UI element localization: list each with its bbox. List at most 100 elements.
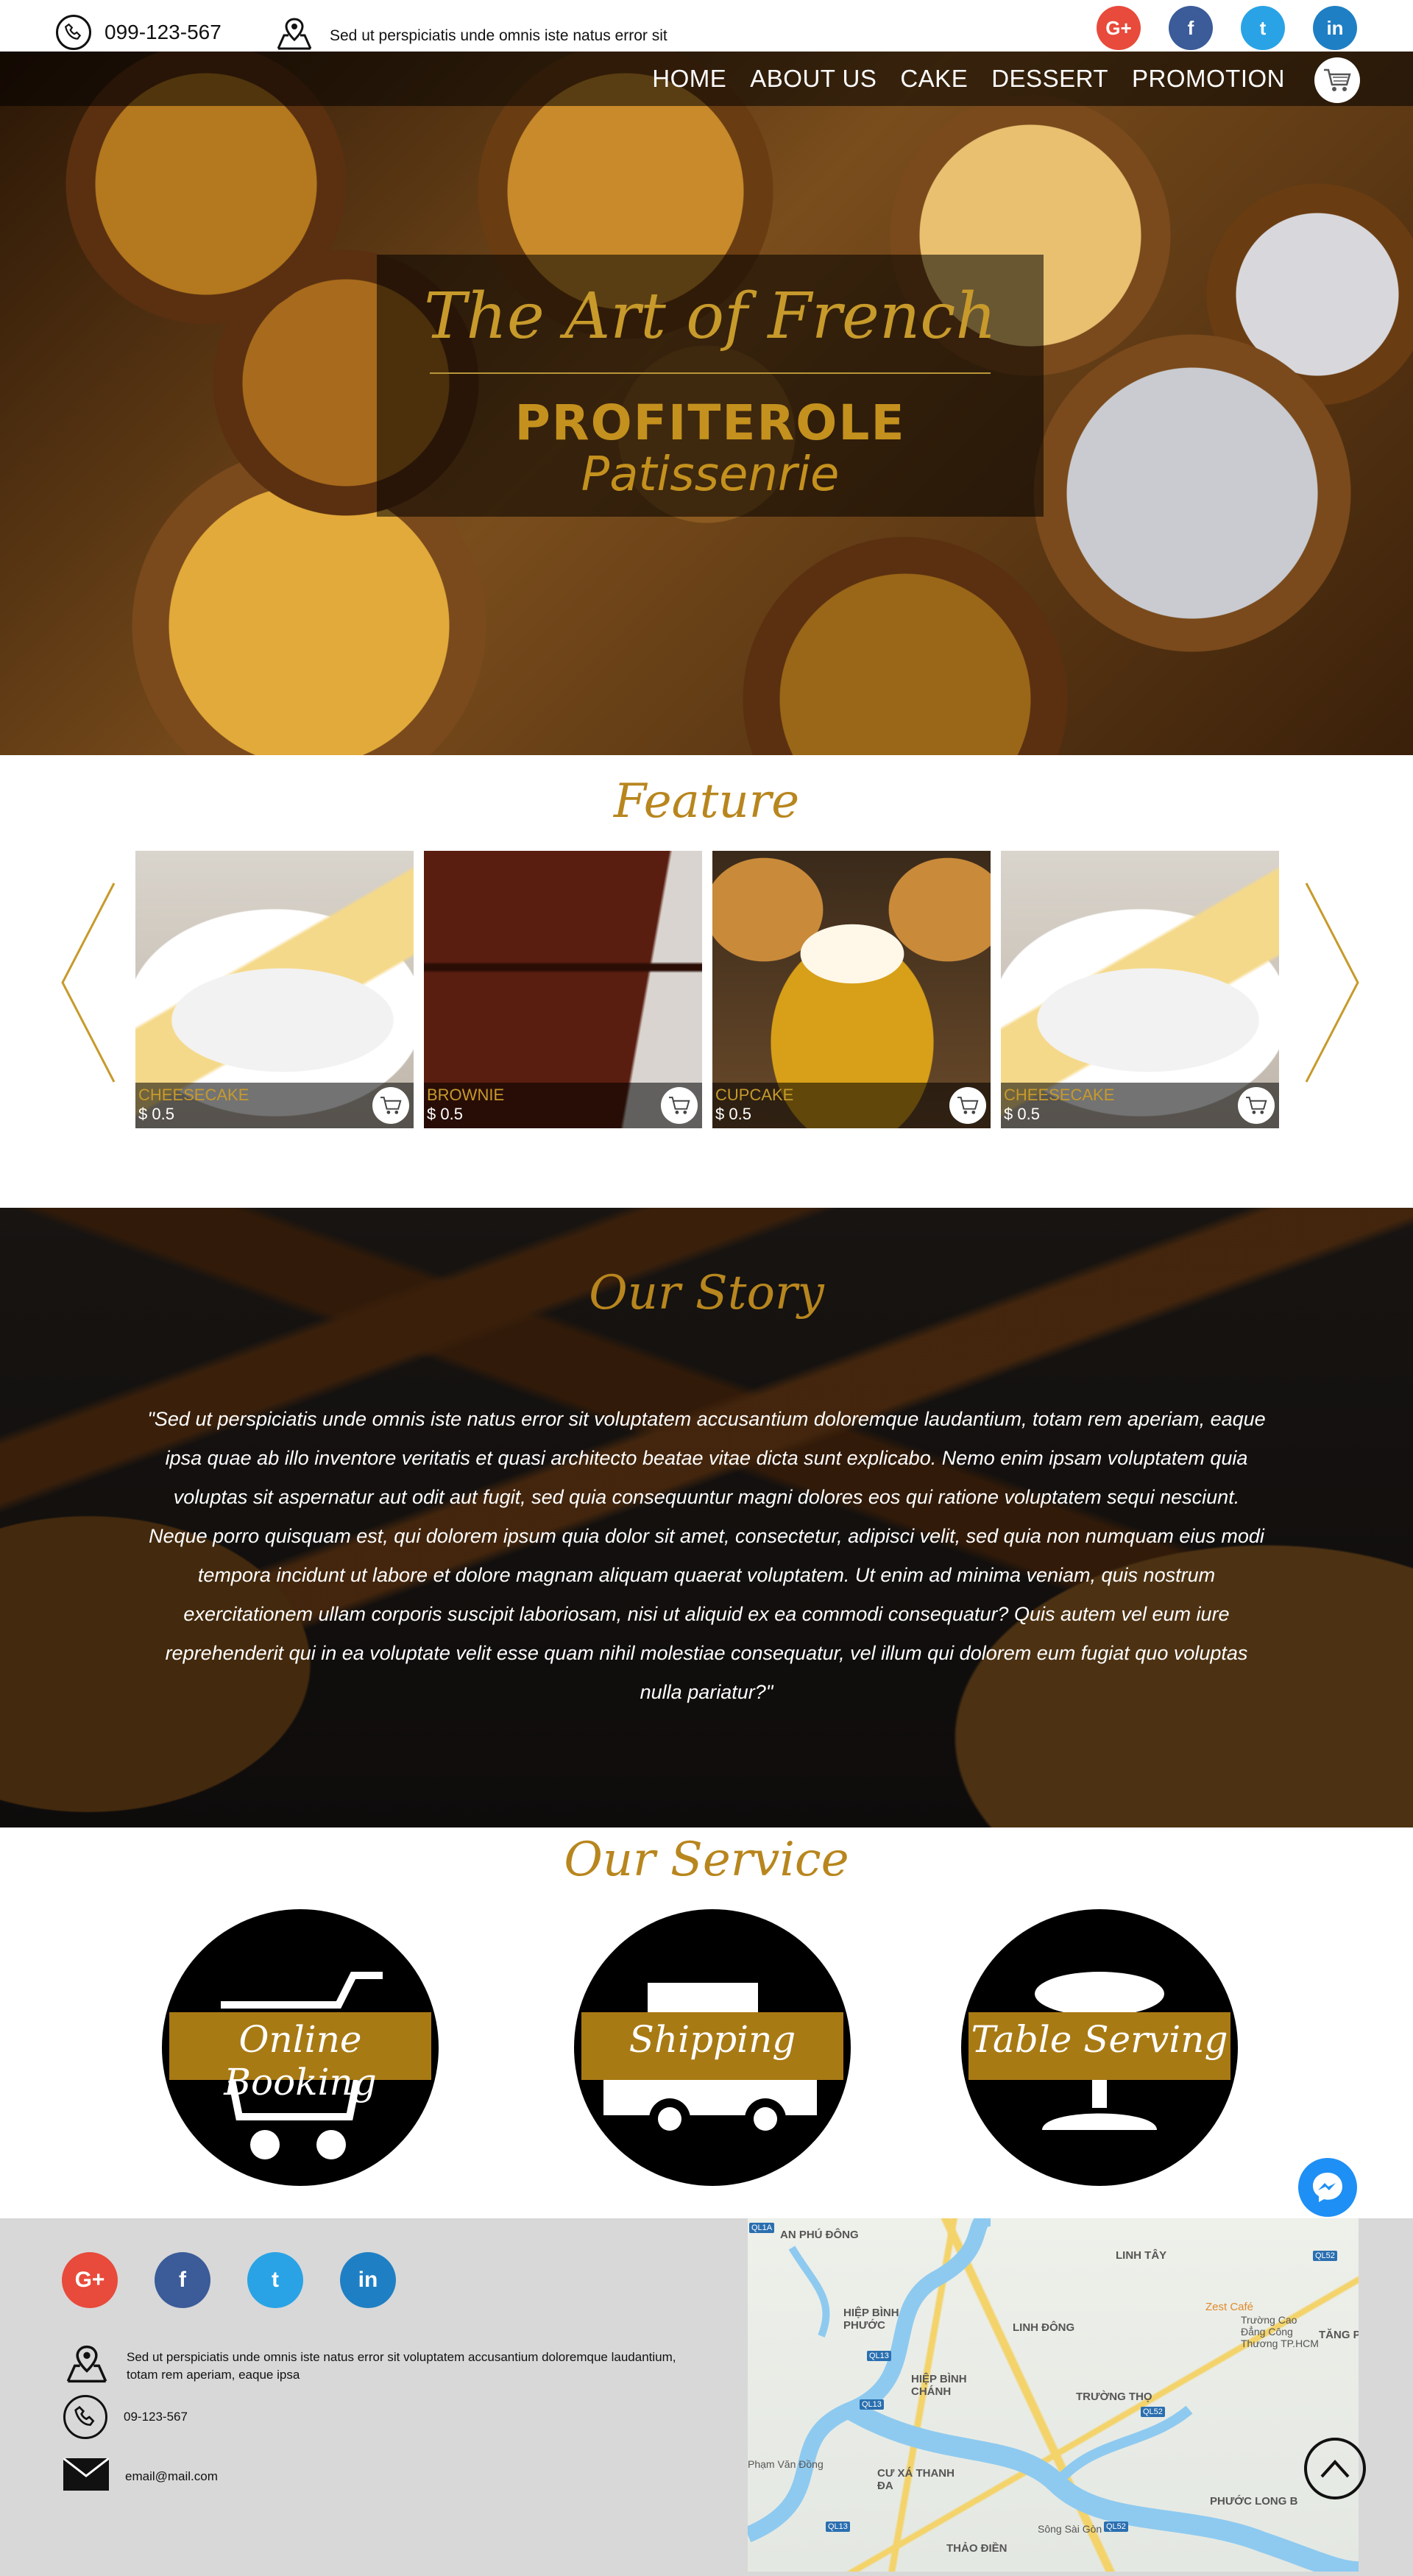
service-label: Online Booking <box>224 2018 377 2103</box>
product-caption: CUPCAKE $ 0.5 <box>712 1083 991 1128</box>
product-price: $ 0.5 <box>1004 1105 1040 1123</box>
map-area-label: LINH TÂY <box>1116 2249 1167 2262</box>
map-area-label: TRƯỜNG THỌ <box>1076 2391 1152 2403</box>
hero-subtitle: Patissenrie <box>581 447 840 502</box>
product-card-cheesecake[interactable]: CHEESECAKE $ 0.5 <box>135 851 414 1128</box>
shopping-cart-icon <box>1324 68 1351 91</box>
nav-cake[interactable]: CAKE <box>900 65 968 93</box>
twitter-icon[interactable]: t <box>247 2252 303 2308</box>
map-highway-badge: QL13 <box>860 2399 884 2410</box>
map-area-label: AN PHÚ ĐÔNG <box>780 2229 859 2241</box>
product-caption: CHEESECAKE $ 0.5 <box>1001 1083 1279 1128</box>
chevron-right-icon[interactable] <box>1303 880 1361 1086</box>
map-area-label: CƯ XÁ THANH ĐA <box>877 2467 955 2492</box>
nav-menu: HOME ABOUT US CAKE DESSERT PROMOTION <box>652 65 1285 93</box>
map-road-label: Phạm Văn Đồng <box>748 2458 824 2470</box>
map-highway-badge: QL52 <box>1104 2522 1128 2532</box>
footer-phone-number: 09-123-567 <box>124 2410 188 2424</box>
phone-icon <box>56 15 91 50</box>
shopping-cart-icon <box>380 1097 402 1114</box>
back-to-top-button[interactable] <box>1304 2438 1366 2499</box>
product-price: $ 0.5 <box>715 1105 751 1123</box>
facebook-icon[interactable]: f <box>1169 6 1213 50</box>
story-text: "Sed ut perspiciatis unde omnis iste nat… <box>147 1408 1266 1703</box>
top-bar: 099-123-567 Sed ut perspiciatis unde omn… <box>0 0 1413 56</box>
product-name: CHEESECAKE <box>138 1086 249 1104</box>
product-price: $ 0.5 <box>138 1105 174 1123</box>
google-plus-icon[interactable]: G+ <box>1097 6 1141 50</box>
arrow-up-icon <box>1320 2460 1350 2478</box>
add-to-cart-button[interactable] <box>661 1087 698 1124</box>
messenger-chat-button[interactable] <box>1298 2158 1357 2217</box>
map-highway-badge: QL13 <box>867 2351 891 2361</box>
product-name: BROWNIE <box>427 1086 505 1104</box>
footer-social-links: G+ f t in <box>62 2252 396 2308</box>
shopping-cart-icon <box>1246 1097 1267 1114</box>
story-title: Our Story <box>589 1266 824 1320</box>
nav-dessert[interactable]: DESSERT <box>991 65 1108 93</box>
footer-address-text: Sed ut perspiciatis unde omnis iste natu… <box>127 2349 676 2382</box>
twitter-icon[interactable]: t <box>1241 6 1285 50</box>
service-title: Our Service <box>564 1833 849 1887</box>
footer-address: Sed ut perspiciatis unde omnis iste natu… <box>63 2343 704 2388</box>
messenger-icon <box>1313 2173 1342 2202</box>
map-river <box>748 2218 1359 2572</box>
top-phone: 099-123-567 <box>56 15 222 50</box>
product-caption: BROWNIE $ 0.5 <box>424 1083 702 1128</box>
feature-carousel: CHEESECAKE $ 0.5 BROWNIE $ 0.5 CUPCAKE $… <box>135 851 1279 1128</box>
map-pin-icon <box>275 16 314 56</box>
product-caption: CHEESECAKE $ 0.5 <box>135 1083 414 1128</box>
map-poi-label[interactable]: Zest Café <box>1205 2301 1253 2313</box>
product-price: $ 0.5 <box>427 1105 463 1123</box>
facebook-icon[interactable]: f <box>155 2252 210 2308</box>
service-table-serving[interactable]: Table Serving <box>961 1909 1238 2186</box>
google-plus-icon[interactable]: G+ <box>62 2252 118 2308</box>
map-area-label: HIỆP BÌNH CHÁNH <box>911 2373 967 2398</box>
linkedin-icon[interactable]: in <box>1313 6 1357 50</box>
map-poi-sublabel: Trường Cao Đẳng Công Thương TP.HCM <box>1241 2314 1319 2349</box>
footer-phone: 09-123-567 <box>63 2395 188 2439</box>
product-card-brownie[interactable]: BROWNIE $ 0.5 <box>424 851 702 1128</box>
add-to-cart-button[interactable] <box>1238 1087 1275 1124</box>
add-to-cart-button[interactable] <box>949 1087 986 1124</box>
map-area-label: PHƯỚC LONG B <box>1210 2495 1298 2508</box>
linkedin-icon[interactable]: in <box>340 2252 396 2308</box>
hero-title: PROFITEROLE <box>514 394 906 451</box>
map-highway-badge: QL52 <box>1313 2251 1337 2261</box>
map-area-label: LINH ĐÔNG <box>1013 2321 1075 2334</box>
envelope-icon <box>63 2457 110 2494</box>
map-highway-badge: QL13 <box>826 2522 850 2532</box>
top-address: Sed ut perspiciatis unde omnis iste natu… <box>275 16 667 56</box>
shopping-cart-icon <box>957 1097 979 1114</box>
hero-title-box: The Art of French PROFITEROLE Patissenri… <box>377 255 1044 517</box>
location-map[interactable]: AN PHÚ ĐÔNG LINH TÂY HIỆP BÌNH PHƯỚC LIN… <box>748 2218 1359 2572</box>
hero-banner: HOME ABOUT US CAKE DESSERT PROMOTION The… <box>0 52 1413 755</box>
service-shipping[interactable]: Shipping <box>574 1909 851 2186</box>
top-phone-number: 099-123-567 <box>105 21 222 43</box>
service-label: Shipping <box>628 2018 796 2061</box>
nav-promotion[interactable]: PROMOTION <box>1132 65 1285 93</box>
map-area-label: HIỆP BÌNH PHƯỚC <box>843 2307 899 2332</box>
phone-icon <box>63 2395 107 2439</box>
chevron-left-icon[interactable] <box>59 880 118 1086</box>
product-card-cupcake[interactable]: CUPCAKE $ 0.5 <box>712 851 991 1128</box>
map-road-label: Sông Sài Gòn <box>1038 2523 1102 2535</box>
hero-divider <box>430 372 991 374</box>
nav-about-us[interactable]: ABOUT US <box>750 65 877 93</box>
shopping-cart-icon <box>669 1097 690 1114</box>
feature-title: Feature <box>613 774 800 829</box>
hero-script-title: The Art of French <box>424 280 996 353</box>
cart-button[interactable] <box>1314 57 1360 103</box>
add-to-cart-button[interactable] <box>372 1087 409 1124</box>
top-address-text: Sed ut perspiciatis unde omnis iste natu… <box>330 27 667 44</box>
footer-email-address[interactable]: email@mail.com <box>125 2469 218 2484</box>
map-area-label: TĂNG PH <box>1319 2329 1359 2341</box>
main-nav: HOME ABOUT US CAKE DESSERT PROMOTION <box>0 52 1413 106</box>
product-card-cheesecake-2[interactable]: CHEESECAKE $ 0.5 <box>1001 851 1279 1128</box>
nav-home[interactable]: HOME <box>652 65 726 93</box>
service-label: Table Serving <box>971 2018 1228 2061</box>
top-social-links: G+ f t in <box>1097 6 1357 50</box>
service-online-booking[interactable]: Online Booking <box>162 1909 439 2186</box>
map-highway-badge: QL1A <box>749 2223 775 2233</box>
product-name: CUPCAKE <box>715 1086 794 1104</box>
